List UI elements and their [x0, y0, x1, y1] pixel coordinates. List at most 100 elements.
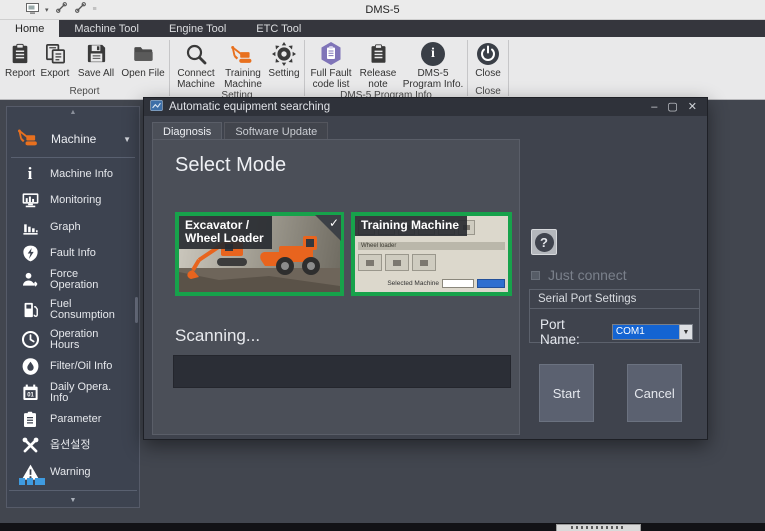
tab-machine-tool[interactable]: Machine Tool — [59, 20, 154, 37]
connect-machine-button[interactable]: Connect Machine — [173, 39, 219, 90]
save-all-button[interactable]: Save All — [73, 39, 119, 79]
sidebar-item-operation-hours[interactable]: Operation Hours — [7, 327, 139, 354]
tab-etc-tool[interactable]: ETC Tool — [241, 20, 316, 37]
ribbon-group-setting: Connect Machine Training Machine Setting… — [170, 37, 304, 99]
sidebar-item-filter-oil-info[interactable]: Filter/Oil Info — [7, 353, 139, 380]
dialog-title: Automatic equipment searching — [169, 101, 651, 113]
fuel-consumption-icon — [19, 300, 41, 320]
sidebar-item-parameter[interactable]: Parameter — [7, 406, 139, 433]
program-info-icon: i — [421, 39, 445, 68]
machine-dropdown-caret-icon[interactable]: ▼ — [123, 135, 131, 144]
sidebar-partial-item-icon[interactable] — [19, 478, 45, 485]
report-icon — [9, 39, 31, 68]
sidebar-scroll-down-icon[interactable]: ▼ — [7, 497, 139, 504]
tab-home[interactable]: Home — [0, 20, 59, 37]
port-name-label: Port Name: — [540, 317, 606, 347]
question-mark-icon: ? — [535, 233, 554, 252]
just-connect-checkbox[interactable] — [531, 271, 540, 280]
dialog-minimize-button[interactable]: – — [651, 102, 657, 113]
export-label: Export — [41, 68, 70, 79]
mode-card-training-machine[interactable]: Wheel loader Selected Machine Training M… — [351, 212, 512, 296]
serial-port-settings-group: Serial Port Settings Port Name: COM1 ▼ — [529, 289, 700, 343]
sidebar-item-machine-info[interactable]: i Machine Info — [7, 161, 139, 188]
machine-info-icon: i — [19, 166, 41, 182]
sidebar-item-daily-opera-info[interactable]: 01 Daily Opera. Info — [7, 380, 139, 407]
port-name-combobox[interactable]: COM1 ▼ — [612, 324, 693, 340]
taskbar-popup-fragment — [556, 524, 641, 531]
title-bar: ▾ ≡ DMS-5 — [0, 0, 765, 20]
save-all-icon — [85, 39, 108, 68]
sidebar-items: i Machine Info Monitoring Graph Faul — [7, 161, 139, 486]
fault-info-icon — [19, 244, 41, 263]
training-machine-label: Training Machine — [220, 68, 266, 90]
training-machine-icon — [228, 39, 258, 68]
open-file-icon — [131, 39, 156, 68]
sidebar: ▲ Machine ▼ i Machine Info Monitoring — [6, 106, 140, 508]
full-fault-code-list-button[interactable]: Full Fault code list — [308, 39, 354, 90]
automatic-equipment-searching-dialog: Automatic equipment searching – ▢ ✕ Diag… — [143, 97, 708, 440]
combobox-dropdown-icon[interactable]: ▼ — [679, 325, 692, 339]
full-fault-code-list-icon — [319, 39, 343, 68]
program-info-button[interactable]: i DMS-5 Program Info. — [402, 39, 464, 90]
mode-card-excavator-wheel-loader[interactable]: Excavator / Wheel Loader ✓ — [175, 212, 344, 296]
close-app-button[interactable]: Close — [471, 39, 505, 79]
window-title: DMS-5 — [0, 4, 765, 16]
connect-machine-label: Connect Machine — [173, 68, 219, 90]
svg-text:01: 01 — [27, 393, 34, 399]
power-icon — [476, 39, 500, 68]
sidebar-item-option-settings[interactable]: 옵션설정 — [7, 433, 139, 460]
help-button[interactable]: ? — [531, 229, 557, 255]
report-button[interactable]: Report — [3, 39, 37, 79]
selected-machine-field — [442, 279, 474, 288]
setting-label: Setting — [268, 68, 299, 79]
force-operation-icon — [19, 271, 41, 290]
open-file-label: Open File — [121, 68, 164, 79]
graph-icon — [19, 218, 41, 237]
option-settings-tools-icon — [19, 436, 41, 455]
diagnosis-tab-panel: Select Mode — [152, 139, 520, 435]
dialog-title-bar[interactable]: Automatic equipment searching – ▢ ✕ — [144, 98, 707, 116]
machine-excavator-icon — [15, 126, 43, 153]
card-title-training: Training Machine — [355, 216, 467, 236]
program-info-label: DMS-5 Program Info. — [402, 68, 464, 90]
sidebar-item-fault-info[interactable]: Fault Info — [7, 241, 139, 268]
report-label: Report — [5, 68, 35, 79]
sidebar-item-fuel-consumption[interactable]: Fuel Consumption — [7, 294, 139, 327]
ribbon: Report Export Save All — [0, 37, 765, 100]
setting-gear-icon — [272, 39, 296, 68]
clipped-text-fragment — [571, 526, 626, 529]
setting-button[interactable]: Setting — [267, 39, 301, 79]
full-fault-code-list-label: Full Fault code list — [308, 68, 354, 90]
monitoring-icon — [19, 191, 41, 210]
sidebar-item-graph[interactable]: Graph — [7, 214, 139, 241]
training-machine-button[interactable]: Training Machine — [220, 39, 266, 90]
select-mode-heading: Select Mode — [175, 154, 286, 177]
tab-engine-tool[interactable]: Engine Tool — [154, 20, 241, 37]
selected-check-icon: ✓ — [329, 216, 339, 230]
close-app-label: Close — [475, 68, 501, 79]
open-file-button[interactable]: Open File — [120, 39, 166, 79]
cancel-button[interactable]: Cancel — [627, 364, 682, 422]
dialog-maximize-button[interactable]: ▢ — [667, 102, 677, 113]
release-note-label: Release note — [355, 68, 401, 90]
selected-machine-label: Selected Machine — [387, 280, 439, 287]
daily-opera-icon: 01 — [19, 383, 41, 402]
sidebar-scrollbar[interactable] — [135, 297, 138, 323]
filter-oil-icon — [19, 357, 41, 376]
training-ok-button — [477, 279, 505, 288]
sidebar-item-monitoring[interactable]: Monitoring — [7, 188, 139, 215]
operation-hours-icon — [19, 330, 41, 349]
export-button[interactable]: Export — [38, 39, 72, 79]
card-title-excavator: Excavator / Wheel Loader — [179, 216, 272, 249]
scan-progress-area — [173, 355, 511, 388]
sidebar-item-force-operation[interactable]: Force Operation — [7, 267, 139, 294]
sidebar-machine-header[interactable]: Machine ▼ — [7, 123, 139, 155]
just-connect-checkbox-row[interactable]: Just connect — [531, 267, 627, 283]
start-button[interactable]: Start — [539, 364, 594, 422]
sidebar-scroll-up-icon[interactable]: ▲ — [7, 109, 139, 116]
app-window: ▾ ≡ DMS-5 Home Machine Tool Engine Tool … — [0, 0, 765, 531]
connect-machine-icon — [184, 39, 208, 68]
dialog-close-button[interactable]: ✕ — [688, 102, 697, 113]
release-note-button[interactable]: Release note — [355, 39, 401, 90]
training-preview-section-label: Wheel loader — [358, 242, 505, 250]
